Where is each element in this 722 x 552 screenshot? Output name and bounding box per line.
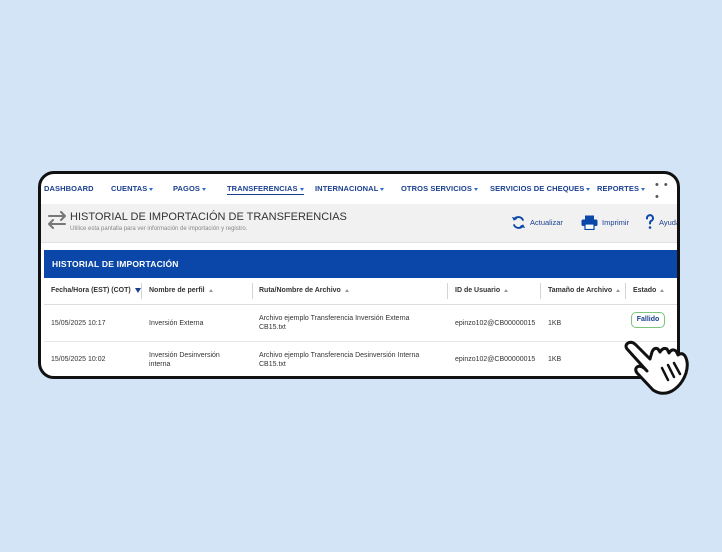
cell-user-id: epinzo102@CB00000015 xyxy=(455,320,536,327)
main-nav: DASHBOARD CUENTAS PAGOS TRANSFERENCIAS I… xyxy=(41,174,677,205)
column-file-size[interactable]: Tamaño de Archivo xyxy=(548,287,621,294)
nav-label: SERVICIOS DE CHEQUES xyxy=(490,184,585,193)
cell-file: Archivo ejemplo Transferencia Desinversi… xyxy=(259,351,419,369)
section-title: HISTORIAL DE IMPORTACIÓN xyxy=(44,250,677,278)
cell-file-size: 1KB xyxy=(548,356,562,363)
page-title: HISTORIAL DE IMPORTACIÓN DE TRANSFERENCI… xyxy=(70,211,347,223)
sort-asc-icon xyxy=(504,288,509,292)
help-label: Ayuda xyxy=(659,217,680,227)
column-profile[interactable]: Nombre de perfil xyxy=(149,287,213,294)
column-user-id[interactable]: ID de Usuario xyxy=(455,287,509,294)
cell-file-size: 1KB xyxy=(548,320,562,327)
nav-label: TRANSFERENCIAS xyxy=(227,184,298,193)
cell-file: Archivo ejemplo Transferencia Inversión … xyxy=(259,314,410,332)
cell-datetime: 15/05/2025 10:02 xyxy=(51,356,106,363)
print-label: Imprimir xyxy=(602,217,630,227)
print-button[interactable]: Imprimir xyxy=(581,214,629,230)
nav-internacional[interactable]: INTERNACIONAL xyxy=(315,184,385,193)
column-divider xyxy=(252,283,253,299)
column-divider xyxy=(447,283,448,299)
sort-desc-icon xyxy=(134,287,141,293)
chevron-down-icon xyxy=(641,187,646,191)
refresh-label: Actualizar xyxy=(530,217,563,227)
more-menu-icon[interactable]: • • • xyxy=(655,179,677,203)
nav-otros-servicios[interactable]: OTROS SERVICIOS xyxy=(401,184,478,193)
column-label: ID de Usuario xyxy=(455,287,501,294)
refresh-icon xyxy=(511,215,526,229)
column-datetime[interactable]: Fecha/Hora (EST) (COT) xyxy=(51,287,141,294)
cell-user-id: epinzo102@CB00000015 xyxy=(455,356,536,363)
refresh-button[interactable]: Actualizar xyxy=(511,214,563,230)
cell-profile-line: interna xyxy=(149,361,171,368)
cell-file-line: Archivo ejemplo Transferencia Inversión … xyxy=(259,315,410,322)
cell-file-line: Archivo ejemplo Transferencia Desinversi… xyxy=(259,352,420,359)
column-label: Estado xyxy=(633,287,657,294)
column-divider xyxy=(141,283,142,299)
printer-icon xyxy=(581,215,598,230)
nav-label: PAGOS xyxy=(173,184,201,193)
pointer-hand-icon xyxy=(624,340,689,395)
table-header: Fecha/Hora (EST) (COT) Nombre de perfil … xyxy=(44,278,677,305)
page-header: HISTORIAL DE IMPORTACIÓN DE TRANSFERENCI… xyxy=(41,204,677,243)
sort-asc-icon xyxy=(616,288,621,292)
column-label: Nombre de perfil xyxy=(149,287,205,294)
chevron-down-icon xyxy=(149,187,154,191)
sort-asc-icon xyxy=(660,288,665,292)
import-history-table: Fecha/Hora (EST) (COT) Nombre de perfil … xyxy=(44,278,677,376)
chevron-down-icon xyxy=(202,187,207,191)
sort-asc-icon xyxy=(208,288,213,292)
chevron-down-icon xyxy=(473,187,478,191)
sort-asc-icon xyxy=(344,288,349,292)
cell-datetime: 15/05/2025 10:17 xyxy=(51,320,106,327)
cell-file-line: CB15.txt xyxy=(259,361,286,368)
column-label: Ruta/Nombre de Archivo xyxy=(259,287,341,294)
nav-label: REPORTES xyxy=(597,184,640,193)
nav-label: INTERNACIONAL xyxy=(315,184,379,193)
table-row[interactable]: 15/05/2025 10:17 Inversión Externa Archi… xyxy=(44,305,677,342)
column-status[interactable]: Estado xyxy=(633,287,665,294)
cell-profile: Inversión Externa xyxy=(149,320,204,327)
cell-file-line: CB15.txt xyxy=(259,324,286,331)
column-label: Tamaño de Archivo xyxy=(548,287,613,294)
nav-servicios-de-cheques[interactable]: SERVICIOS DE CHEQUES xyxy=(490,184,591,193)
chevron-down-icon xyxy=(586,187,591,191)
column-divider xyxy=(540,283,541,299)
chevron-down-icon xyxy=(380,187,385,191)
nav-cuentas[interactable]: CUENTAS xyxy=(111,184,154,193)
chevron-down-icon xyxy=(299,187,304,191)
help-button[interactable]: Ayuda xyxy=(645,214,680,230)
nav-dashboard[interactable]: DASHBOARD xyxy=(44,184,94,193)
column-divider xyxy=(625,283,626,299)
nav-transferencias[interactable]: TRANSFERENCIAS xyxy=(227,184,304,195)
swap-arrows-icon xyxy=(48,211,66,229)
page-subtitle: Utilice esta pantalla para ver informaci… xyxy=(70,226,248,232)
nav-label: OTROS SERVICIOS xyxy=(401,184,472,193)
column-file[interactable]: Ruta/Nombre de Archivo xyxy=(259,287,349,294)
column-label: Fecha/Hora (EST) (COT) xyxy=(51,287,131,294)
nav-label: CUENTAS xyxy=(111,184,148,193)
nav-pagos[interactable]: PAGOS xyxy=(173,184,207,193)
nav-reportes[interactable]: REPORTES xyxy=(597,184,646,193)
status-badge[interactable]: Fallido xyxy=(631,312,665,328)
cell-profile-line: Inversión Desinversión xyxy=(149,352,220,359)
cell-profile: Inversión Desinversión interna xyxy=(149,351,220,369)
table-row[interactable]: 15/05/2025 10:02 Inversión Desinversión … xyxy=(44,342,677,376)
help-icon xyxy=(646,214,654,229)
app-window: DASHBOARD CUENTAS PAGOS TRANSFERENCIAS I… xyxy=(38,171,680,379)
